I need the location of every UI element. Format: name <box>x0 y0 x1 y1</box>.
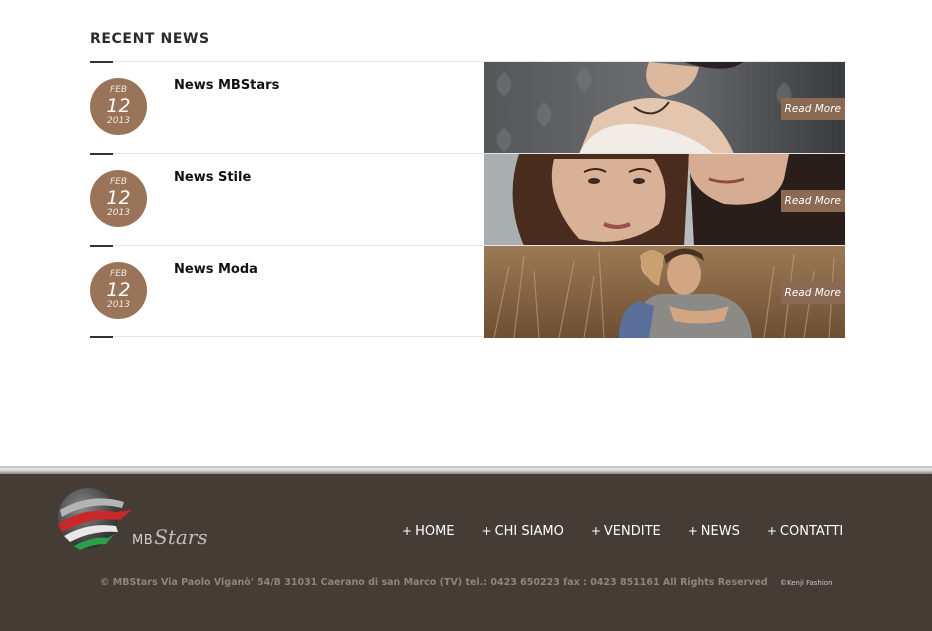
news-item: FEB 12 2013 News Moda Read More <box>90 245 845 338</box>
plus-icon: + <box>766 524 777 538</box>
news-image[interactable]: Read More <box>484 154 845 246</box>
divider-dash <box>90 245 113 247</box>
news-title-link[interactable]: News Moda <box>174 262 258 277</box>
logo-stars: Stars <box>154 525 208 549</box>
logo-text: MBStars <box>132 525 208 549</box>
logo-mb: MB <box>132 533 154 548</box>
news-item: FEB 12 2013 News Stile Read More <box>90 153 845 246</box>
nav-news[interactable]: + NEWS <box>688 524 740 539</box>
footer: MBStars + HOME + CHI SIAMO + VENDITE + NEWS … <box>0 474 932 631</box>
section-title: RECENT NEWS <box>90 31 210 47</box>
news-image[interactable]: Read More <box>484 246 845 338</box>
plus-icon: + <box>402 524 413 538</box>
plus-icon: + <box>590 524 601 538</box>
footer-nav: + HOME + CHI SIAMO + VENDITE + NEWS + CONTATT… <box>402 524 870 539</box>
credit-link[interactable]: ©Kenji Fashion <box>780 579 833 587</box>
nav-label: CONTATTI <box>779 524 844 539</box>
copyright-text: © MBStars Via Paolo Viganò' 54/B 31031 C… <box>100 577 768 588</box>
date-badge: FEB 12 2013 <box>90 170 147 227</box>
plus-icon: + <box>481 524 492 538</box>
date-year: 2013 <box>107 300 130 310</box>
date-day: 12 <box>106 187 131 209</box>
date-year: 2013 <box>107 116 130 126</box>
divider-dash <box>90 61 113 63</box>
nav-vendite[interactable]: + VENDITE <box>591 524 661 539</box>
mbstars-logo[interactable]: MBStars <box>56 480 226 555</box>
footer-shadow <box>0 466 932 474</box>
date-year: 2013 <box>107 208 130 218</box>
news-list: FEB 12 2013 News MBStars Read More FEB 1… <box>90 61 845 338</box>
plus-icon: + <box>687 524 698 538</box>
news-title-link[interactable]: News Stile <box>174 170 251 185</box>
date-day: 12 <box>106 279 131 301</box>
divider-dash <box>90 336 113 338</box>
date-day: 12 <box>106 95 131 117</box>
nav-contatti[interactable]: + CONTATTI <box>767 524 843 539</box>
nav-label: VENDITE <box>603 524 661 539</box>
nav-label: HOME <box>415 524 455 539</box>
read-more-button[interactable]: Read More <box>780 98 845 120</box>
divider-dash <box>90 153 113 155</box>
nav-chi-siamo[interactable]: + CHI SIAMO <box>482 524 564 539</box>
date-badge: FEB 12 2013 <box>90 78 147 135</box>
nav-label: NEWS <box>700 524 740 539</box>
date-badge: FEB 12 2013 <box>90 262 147 319</box>
nav-home[interactable]: + HOME <box>402 524 455 539</box>
read-more-button[interactable]: Read More <box>780 282 845 304</box>
globe-logo-icon <box>58 488 132 550</box>
news-item: FEB 12 2013 News MBStars Read More <box>90 61 845 154</box>
news-image[interactable]: Read More <box>484 62 845 154</box>
page: RECENT NEWS FEB 12 2013 News MBStars Rea… <box>0 0 932 631</box>
news-title-link[interactable]: News MBStars <box>174 78 279 93</box>
read-more-button[interactable]: Read More <box>780 190 845 212</box>
nav-label: CHI SIAMO <box>494 524 564 539</box>
